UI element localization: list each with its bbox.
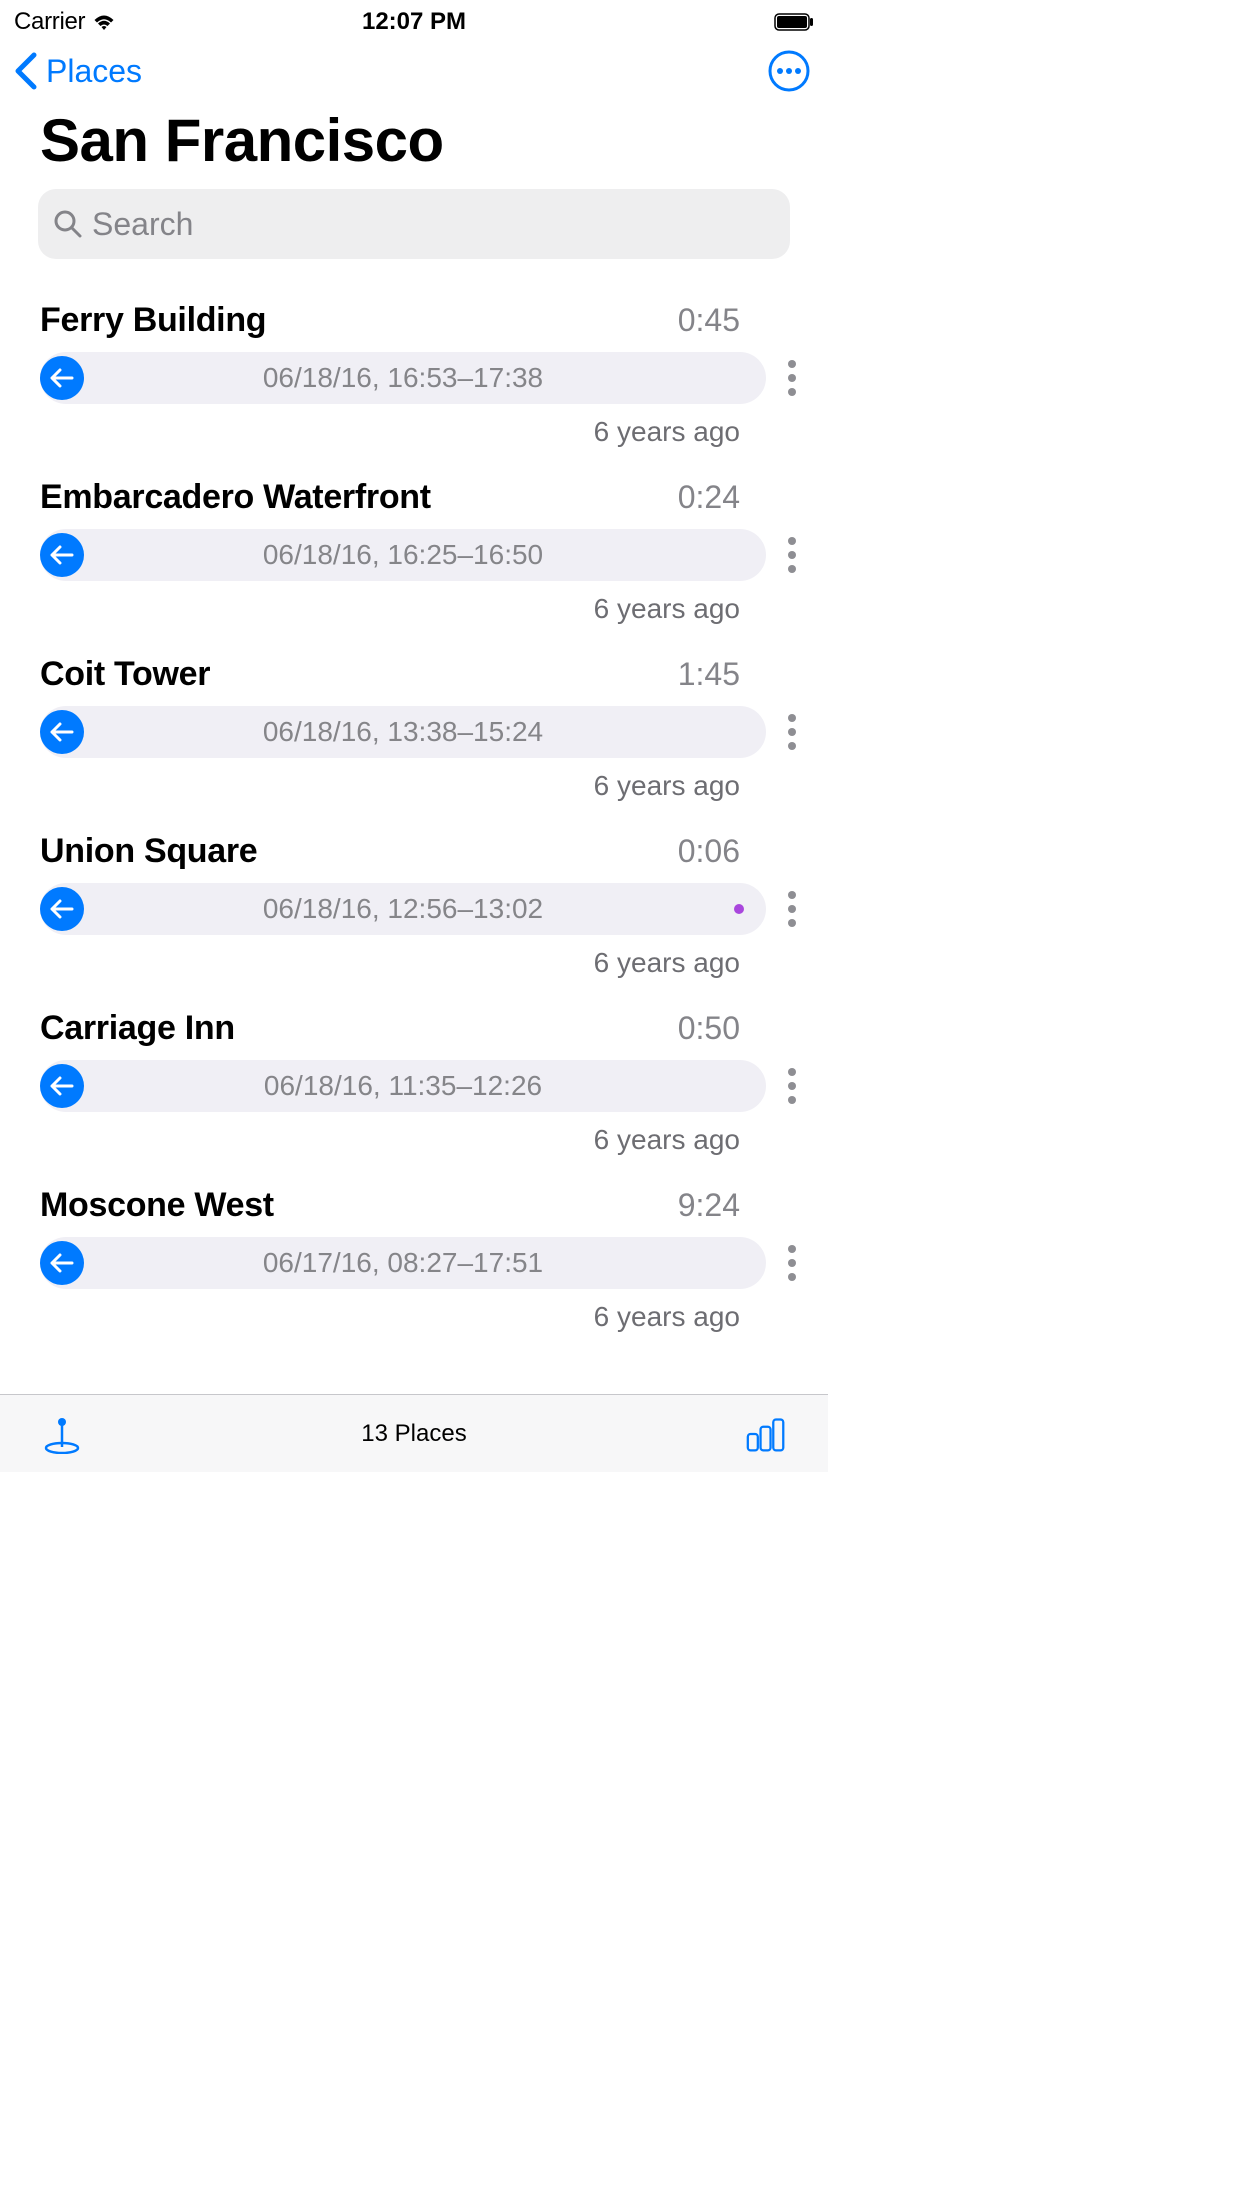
item-more-button[interactable]: [784, 710, 800, 754]
pin-icon[interactable]: [42, 1414, 82, 1454]
item-more-button[interactable]: [784, 533, 800, 577]
flag-indicator: [734, 904, 744, 914]
item-duration: 0:50: [678, 1010, 800, 1047]
item-title: Ferry Building: [40, 301, 266, 340]
search-bar[interactable]: [38, 189, 790, 259]
item-title: Carriage Inn: [40, 1009, 235, 1048]
arrow-left-badge: [40, 710, 84, 754]
list-item[interactable]: Coit Tower 1:45 06/18/16, 13:38–15:24 6 …: [0, 643, 828, 820]
list-item[interactable]: Carriage Inn 0:50 06/18/16, 11:35–12:26 …: [0, 997, 828, 1174]
item-duration: 0:24: [678, 479, 800, 516]
toolbar: 13 Places: [0, 1394, 828, 1472]
list-item[interactable]: Union Square 0:06 06/18/16, 12:56–13:02 …: [0, 820, 828, 997]
item-timestamp: 06/18/16, 13:38–15:24: [263, 716, 543, 748]
item-title: Embarcadero Waterfront: [40, 478, 431, 517]
item-more-button[interactable]: [784, 1241, 800, 1285]
item-more-button[interactable]: [784, 1064, 800, 1108]
item-duration: 0:06: [678, 833, 800, 870]
item-pill[interactable]: 06/18/16, 11:35–12:26: [40, 1060, 766, 1112]
places-list: Ferry Building 0:45 06/18/16, 16:53–17:3…: [0, 289, 828, 1351]
arrow-left-badge: [40, 887, 84, 931]
item-ago: 6 years ago: [40, 770, 800, 802]
item-ago: 6 years ago: [40, 1124, 800, 1156]
item-pill[interactable]: 06/18/16, 13:38–15:24: [40, 706, 766, 758]
item-duration: 9:24: [678, 1187, 800, 1224]
back-button[interactable]: Places: [12, 51, 142, 91]
item-ago: 6 years ago: [40, 416, 800, 448]
arrow-left-icon: [50, 1253, 74, 1273]
item-pill[interactable]: 06/17/16, 08:27–17:51: [40, 1237, 766, 1289]
carrier-label: Carrier: [14, 8, 85, 36]
arrow-left-icon: [50, 545, 74, 565]
arrow-left-icon: [50, 368, 74, 388]
status-time: 12:07 PM: [362, 8, 466, 36]
item-timestamp: 06/18/16, 16:25–16:50: [263, 539, 543, 571]
search-input[interactable]: [92, 206, 774, 243]
page-title: San Francisco: [0, 98, 828, 189]
nav-bar: Places: [0, 40, 828, 98]
item-pill[interactable]: 06/18/16, 16:25–16:50: [40, 529, 766, 581]
item-title: Union Square: [40, 832, 257, 871]
item-pill[interactable]: 06/18/16, 12:56–13:02: [40, 883, 766, 935]
arrow-left-icon: [50, 1076, 74, 1096]
item-duration: 0:45: [678, 302, 800, 339]
item-timestamp: 06/18/16, 12:56–13:02: [263, 893, 543, 925]
item-ago: 6 years ago: [40, 1301, 800, 1333]
battery-icon: [774, 13, 814, 31]
item-duration: 1:45: [678, 656, 800, 693]
item-more-button[interactable]: [784, 887, 800, 931]
back-label: Places: [46, 53, 142, 90]
item-ago: 6 years ago: [40, 593, 800, 625]
search-icon: [54, 210, 82, 238]
status-bar: Carrier 12:07 PM: [0, 0, 828, 40]
item-pill[interactable]: 06/18/16, 16:53–17:38: [40, 352, 766, 404]
item-more-button[interactable]: [784, 356, 800, 400]
item-title: Moscone West: [40, 1186, 274, 1225]
more-circle-icon[interactable]: [768, 50, 810, 92]
item-timestamp: 06/17/16, 08:27–17:51: [263, 1247, 543, 1279]
list-item[interactable]: Embarcadero Waterfront 0:24 06/18/16, 16…: [0, 466, 828, 643]
arrow-left-badge: [40, 356, 84, 400]
arrow-left-badge: [40, 1064, 84, 1108]
list-item[interactable]: Ferry Building 0:45 06/18/16, 16:53–17:3…: [0, 289, 828, 466]
arrow-left-badge: [40, 533, 84, 577]
arrow-left-icon: [50, 899, 74, 919]
item-ago: 6 years ago: [40, 947, 800, 979]
arrow-left-badge: [40, 1241, 84, 1285]
wifi-icon: [91, 12, 117, 32]
list-item[interactable]: Moscone West 9:24 06/17/16, 08:27–17:51 …: [0, 1174, 828, 1351]
item-title: Coit Tower: [40, 655, 210, 694]
bars-icon[interactable]: [746, 1414, 786, 1454]
toolbar-count: 13 Places: [361, 1420, 466, 1448]
chevron-left-icon: [12, 51, 42, 91]
item-timestamp: 06/18/16, 16:53–17:38: [263, 362, 543, 394]
item-timestamp: 06/18/16, 11:35–12:26: [264, 1070, 542, 1102]
arrow-left-icon: [50, 722, 74, 742]
